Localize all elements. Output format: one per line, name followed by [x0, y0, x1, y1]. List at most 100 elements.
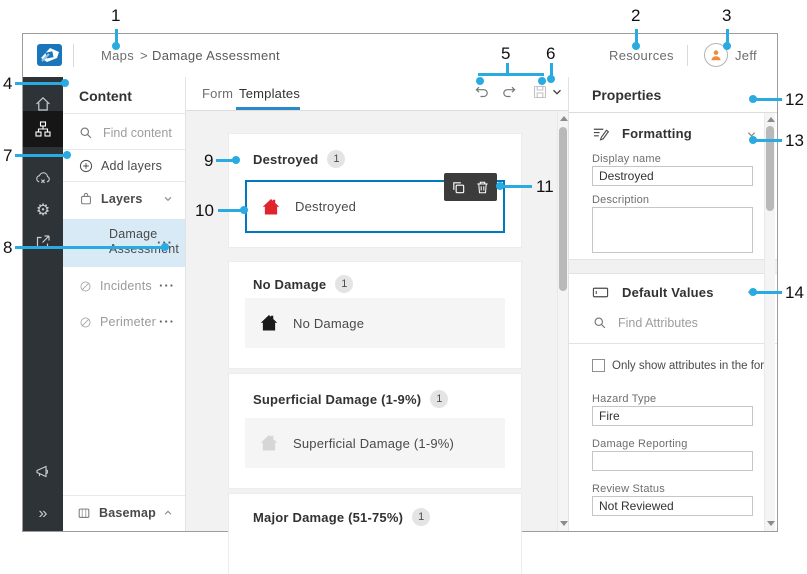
- find-content-input[interactable]: [101, 125, 185, 141]
- template-item-toolbar: [444, 173, 497, 201]
- description-textarea[interactable]: [592, 207, 753, 253]
- header-divider: [73, 44, 74, 67]
- duplicate-button[interactable]: [451, 180, 466, 195]
- callout-3: 3: [722, 6, 731, 26]
- find-attributes-input[interactable]: [616, 315, 750, 331]
- more-actions-chevron[interactable]: [548, 83, 566, 101]
- layers-bag-icon: [79, 192, 93, 206]
- callout-12: 12: [785, 90, 804, 110]
- undo-button[interactable]: [473, 83, 491, 101]
- redo-button[interactable]: [500, 83, 518, 101]
- damage-reporting-label: Damage Reporting: [592, 438, 688, 450]
- template-item-label: No Damage: [293, 316, 364, 331]
- layers-section-header[interactable]: Layers: [63, 183, 185, 215]
- breadcrumb-current: Damage Assessment: [152, 48, 280, 63]
- breadcrumb-maps[interactable]: Maps: [101, 48, 134, 63]
- nav-share-icon[interactable]: [23, 225, 63, 259]
- hazard-type-input[interactable]: [592, 406, 753, 426]
- properties-scrollbar[interactable]: [764, 113, 775, 531]
- description-label: Description: [592, 194, 649, 206]
- search-icon: [593, 316, 607, 330]
- nav-expand-chevrons-icon[interactable]: »: [23, 497, 63, 531]
- nav-layers-sitemap-icon[interactable]: [23, 111, 63, 147]
- callout-14: 14: [785, 283, 804, 303]
- only-show-attributes-label: Only show attributes in the form: [612, 360, 774, 372]
- resources-link[interactable]: Resources: [609, 48, 674, 63]
- template-group-no-damage: No Damage 1 No Damage: [229, 262, 521, 368]
- chevron-up-icon[interactable]: [163, 508, 173, 518]
- main-scrollbar[interactable]: [557, 111, 568, 531]
- add-layers-button[interactable]: Add layers: [63, 151, 185, 181]
- basemap-section-header[interactable]: Basemap: [63, 497, 185, 529]
- esri-logo[interactable]: [37, 43, 63, 72]
- callout-5: 5: [501, 44, 510, 64]
- template-item-label: Superficial Damage (1-9%): [293, 436, 454, 451]
- basemap-label: Basemap: [99, 506, 156, 520]
- content-panel: Content Add layers Layers Damage Assessm…: [63, 77, 186, 531]
- house-symbol-icon: [259, 313, 279, 333]
- visibility-off-icon: [79, 280, 92, 293]
- properties-title: Properties: [592, 87, 661, 103]
- count-badge: 1: [327, 150, 345, 168]
- layer-item-perimeter[interactable]: Perimeter ···: [63, 309, 185, 335]
- display-name-input[interactable]: [592, 166, 753, 186]
- tab-bar: Form Templates: [186, 77, 568, 111]
- app-header: Maps > Damage Assessment Resources Jeff: [23, 34, 777, 78]
- nav-settings-gear-icon[interactable]: ⚙: [23, 193, 63, 227]
- count-badge: 1: [412, 508, 430, 526]
- delete-trash-button[interactable]: [475, 180, 490, 195]
- callout-13: 13: [785, 131, 804, 151]
- active-tab-underline: [236, 107, 300, 110]
- callout-11: 11: [536, 177, 554, 197]
- breadcrumb-separator: >: [140, 48, 148, 63]
- template-item-label: Destroyed: [295, 199, 356, 214]
- formatting-icon: [592, 125, 609, 142]
- hazard-type-label: Hazard Type: [592, 393, 656, 405]
- save-button[interactable]: [531, 83, 549, 101]
- house-symbol-icon: [261, 197, 281, 217]
- content-panel-title: Content: [79, 88, 132, 104]
- count-badge: 1: [430, 390, 448, 408]
- tab-form[interactable]: Form: [202, 86, 233, 101]
- basemap-icon: [77, 506, 91, 520]
- person-icon: [709, 48, 723, 62]
- tab-templates[interactable]: Templates: [239, 86, 300, 101]
- callout-8: 8: [3, 238, 12, 258]
- default-values-icon: [592, 284, 609, 301]
- properties-panel: Properties Formatting Display name Descr…: [568, 77, 777, 531]
- layer-item-incidents[interactable]: Incidents ···: [63, 273, 185, 299]
- house-symbol-icon: [259, 433, 279, 453]
- callout-2: 2: [631, 6, 640, 26]
- add-plus-icon: [79, 159, 93, 173]
- visibility-off-icon: [79, 316, 92, 329]
- nav-feedback-megaphone-icon[interactable]: [23, 455, 63, 489]
- callout-1: 1: [111, 6, 120, 26]
- template-item-no-damage[interactable]: No Damage: [245, 298, 505, 348]
- main-area: Form Templates Destroyed 1: [186, 77, 568, 531]
- search-icon: [79, 126, 93, 140]
- header-divider-right: [687, 45, 688, 66]
- layer-name: Incidents: [100, 279, 152, 293]
- chevron-down-icon[interactable]: [163, 194, 173, 204]
- layers-label: Layers: [101, 192, 143, 206]
- find-attributes-row[interactable]: [593, 315, 750, 331]
- callout-9: 9: [204, 151, 213, 171]
- template-item-superficial[interactable]: Superficial Damage (1-9%): [245, 418, 505, 468]
- nav-offline-cloud-icon[interactable]: [23, 161, 63, 195]
- default-values-label: Default Values: [622, 285, 714, 300]
- group-title: Superficial Damage (1-9%): [253, 392, 421, 407]
- find-content-row[interactable]: [63, 117, 185, 149]
- only-show-attributes-checkbox[interactable]: [592, 359, 605, 372]
- callout-6: 6: [546, 44, 555, 64]
- add-layers-label: Add layers: [101, 159, 162, 173]
- user-name[interactable]: Jeff: [735, 48, 757, 63]
- app-window: Maps > Damage Assessment Resources Jeff …: [22, 33, 778, 532]
- review-status-input[interactable]: [592, 496, 753, 516]
- default-values-section: Default Values Only show attributes in t…: [569, 273, 777, 531]
- review-status-label: Review Status: [592, 483, 665, 495]
- group-title: No Damage: [253, 277, 326, 292]
- formatting-label: Formatting: [622, 126, 692, 141]
- template-group-major: Major Damage (51-75%) 1: [229, 494, 521, 574]
- template-group-destroyed: Destroyed 1 Destroyed: [229, 134, 521, 247]
- damage-reporting-input[interactable]: [592, 451, 753, 471]
